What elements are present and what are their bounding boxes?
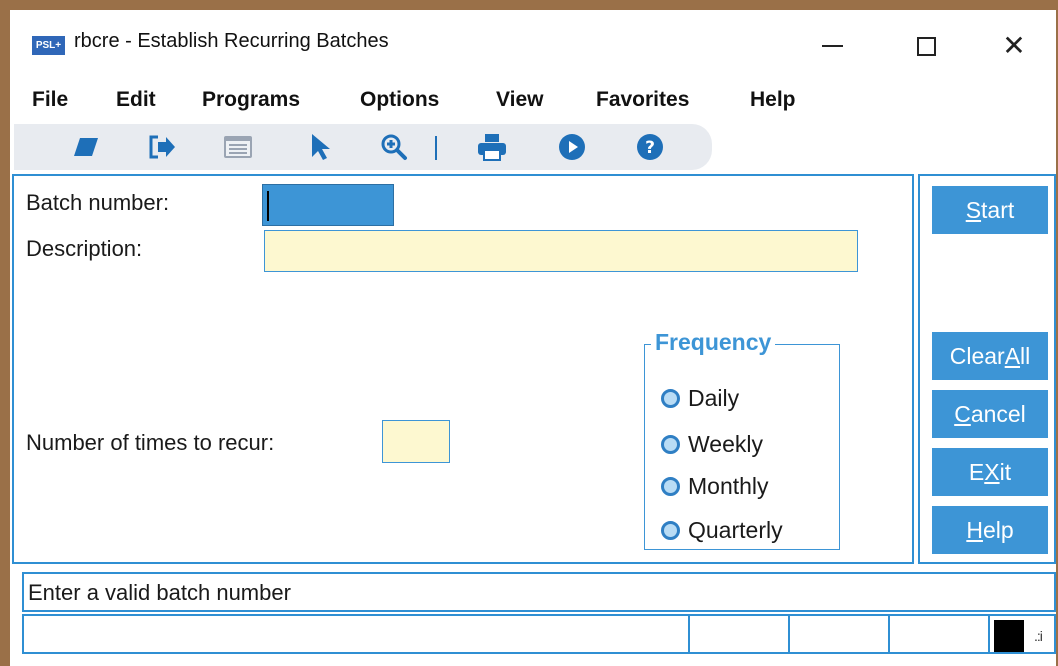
eraser-icon (74, 138, 98, 156)
description-label: Description: (26, 236, 143, 261)
play-icon (559, 134, 585, 160)
radio-label: Weekly (688, 431, 763, 457)
cancel-label-post: ancel (970, 400, 1026, 427)
maximize-button[interactable] (896, 20, 956, 72)
start-accelerator: S (965, 196, 982, 223)
clear-all-accelerator: A (1004, 342, 1021, 369)
menu-edit[interactable]: Edit (116, 88, 156, 112)
minimize-button[interactable] (802, 20, 862, 72)
start-button[interactable]: Start (932, 186, 1048, 234)
printer-icon (478, 134, 506, 161)
start-label-post: tart (981, 196, 1015, 223)
radio-label: Daily (688, 385, 740, 411)
recur-count-input[interactable] (382, 420, 450, 463)
status-cell (24, 616, 690, 652)
minimize-icon (821, 45, 843, 47)
batch-number-input[interactable] (262, 184, 394, 226)
pointer-icon (312, 134, 330, 160)
recur-count-label: Number of times to recur: (26, 430, 275, 455)
frequency-group: Frequency Daily Weekly Monthly Quarterly (644, 329, 840, 550)
cancel-accelerator: C (954, 400, 971, 427)
menu-view[interactable]: View (496, 88, 543, 112)
clear-all-label-post: ll (1020, 342, 1031, 369)
status-cell (790, 616, 890, 652)
exit-button[interactable]: E Xit (932, 448, 1048, 496)
status-indicator (994, 620, 1024, 652)
list-window-button[interactable] (220, 130, 256, 164)
exit-label-post: it (999, 458, 1012, 485)
app-logo: PSL+ (32, 36, 65, 55)
frequency-title: Frequency (651, 329, 776, 356)
clear-all-label-pre: Clear (949, 342, 1005, 369)
eraser-button[interactable] (68, 130, 104, 164)
help-accelerator: H (966, 516, 983, 543)
zoom-in-button[interactable] (376, 130, 412, 164)
window-title: rbcre - Establish Recurring Batches (74, 30, 389, 52)
resize-grip-icon[interactable]: .:i (1034, 628, 1043, 644)
toolbar-separator (435, 136, 437, 160)
exit-arrow-icon (149, 135, 175, 159)
status-cell (890, 616, 990, 652)
exit-label-pre: E (968, 458, 985, 485)
pointer-button[interactable] (302, 130, 338, 164)
radio-quarterly[interactable]: Quarterly (661, 517, 783, 544)
radio-label: Quarterly (688, 517, 783, 543)
status-bar: .:i (22, 614, 1056, 654)
message-bar: Enter a valid batch number (22, 572, 1056, 612)
status-cell (690, 616, 790, 652)
menu-favorites[interactable]: Favorites (596, 88, 689, 112)
close-icon: ✕ (1002, 30, 1026, 61)
clear-all-button[interactable]: Clear All (932, 332, 1048, 380)
run-button[interactable] (554, 130, 590, 164)
radio-circle-icon (661, 435, 680, 454)
menu-programs[interactable]: Programs (202, 88, 300, 112)
help-icon: ? (637, 134, 663, 160)
toolbar: ? (14, 124, 712, 170)
app-window: PSL+ rbcre - Establish Recurring Batches… (10, 10, 1056, 666)
cancel-button[interactable]: Cancel (932, 390, 1048, 438)
description-input[interactable] (264, 230, 858, 272)
menu-options[interactable]: Options (360, 88, 439, 112)
help-button[interactable]: Help (932, 506, 1048, 554)
radio-weekly[interactable]: Weekly (661, 431, 763, 458)
help-label-post: elp (982, 516, 1014, 543)
maximize-icon (916, 36, 936, 56)
radio-daily[interactable]: Daily (661, 385, 739, 412)
exit-accelerator: X (984, 458, 1000, 485)
radio-circle-icon (661, 521, 680, 540)
close-button[interactable]: ✕ (984, 20, 1044, 72)
menu-file[interactable]: File (32, 88, 68, 112)
radio-circle-icon (661, 389, 680, 408)
text-cursor (267, 191, 269, 221)
radio-circle-icon (661, 477, 680, 496)
zoom-in-icon (381, 134, 407, 160)
svg-text:?: ? (645, 138, 655, 158)
radio-monthly[interactable]: Monthly (661, 473, 769, 500)
title-bar: PSL+ rbcre - Establish Recurring Batches… (10, 10, 1056, 82)
status-message: Enter a valid batch number (28, 580, 291, 605)
print-button[interactable] (474, 130, 510, 164)
batch-number-label: Batch number: (26, 190, 170, 215)
help-tool-button[interactable]: ? (632, 130, 668, 164)
menu-help[interactable]: Help (750, 88, 796, 112)
menu-bar: File Edit Programs Options View Favorite… (10, 84, 1056, 118)
list-window-icon (224, 136, 252, 158)
radio-label: Monthly (688, 473, 769, 499)
exit-arrow-button[interactable] (144, 130, 180, 164)
